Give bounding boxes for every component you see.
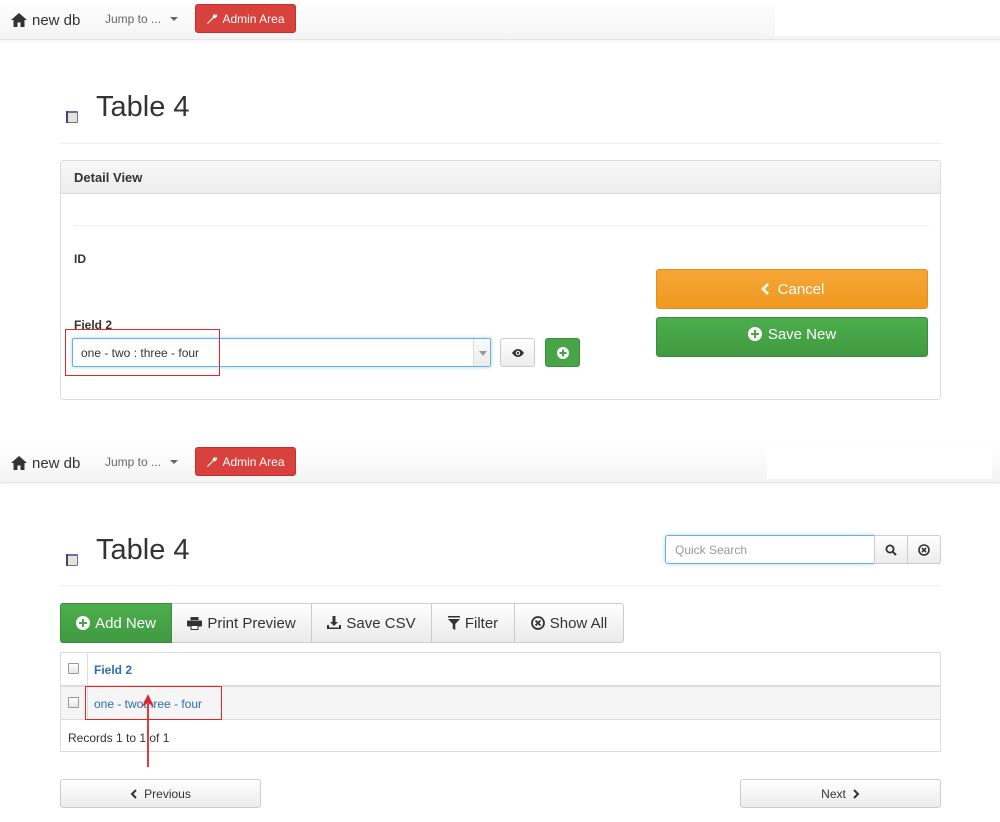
quick-search-input[interactable] bbox=[665, 535, 875, 564]
next-label: Next bbox=[821, 786, 846, 801]
jump-to-dropdown[interactable]: Jump to ... bbox=[105, 12, 179, 26]
id-label: ID bbox=[74, 252, 86, 266]
plus-circle-icon bbox=[76, 616, 91, 630]
jump-to-label: Jump to ... bbox=[105, 455, 162, 469]
page-title-text: Table 4 bbox=[96, 534, 190, 566]
brand-link[interactable]: new db bbox=[10, 11, 80, 29]
add-option-button[interactable] bbox=[545, 338, 580, 367]
jump-to-label: Jump to ... bbox=[105, 12, 162, 26]
caret-down-icon bbox=[170, 460, 179, 464]
navbar-top: new db Jump to ... Admin Area bbox=[0, 0, 1000, 40]
panel-divider bbox=[73, 225, 929, 226]
title-divider bbox=[60, 143, 941, 144]
admin-area-label: Admin Area bbox=[222, 454, 285, 469]
plus-circle-icon bbox=[747, 327, 762, 341]
admin-area-button[interactable]: Admin Area bbox=[195, 4, 296, 33]
field2-column-header[interactable]: Field 2 bbox=[94, 663, 132, 677]
page-title: Table 4 bbox=[64, 91, 190, 124]
previous-button[interactable]: Previous bbox=[60, 779, 261, 808]
add-new-label: Add New bbox=[95, 614, 156, 632]
jump-to-dropdown[interactable]: Jump to ... bbox=[105, 455, 179, 469]
panel-heading: Detail View bbox=[61, 161, 940, 194]
annotation-arrow-icon bbox=[142, 694, 154, 767]
chevron-left-icon bbox=[760, 283, 769, 295]
search-icon bbox=[885, 544, 897, 556]
filter-label: Filter bbox=[464, 614, 499, 632]
filter-button[interactable]: Filter bbox=[432, 603, 515, 643]
row-checkbox[interactable] bbox=[68, 697, 79, 708]
column-divider bbox=[87, 653, 88, 685]
save-new-button[interactable]: Save New bbox=[656, 317, 928, 357]
search-button[interactable] bbox=[874, 535, 908, 564]
next-button[interactable]: Next bbox=[740, 779, 941, 808]
previous-label: Previous bbox=[144, 786, 191, 801]
filter-icon bbox=[447, 616, 460, 630]
admin-area-label: Admin Area bbox=[222, 11, 285, 26]
view-record-button[interactable] bbox=[500, 338, 535, 367]
title-divider bbox=[60, 585, 941, 586]
home-icon bbox=[11, 456, 27, 470]
remove-circle-icon bbox=[530, 616, 545, 630]
eye-icon bbox=[511, 348, 524, 357]
show-all-button[interactable]: Show All bbox=[515, 603, 624, 643]
cancel-button[interactable]: Cancel bbox=[656, 269, 928, 309]
select-all-checkbox[interactable] bbox=[68, 663, 79, 674]
page-title: Table 4 bbox=[64, 534, 190, 567]
cancel-label: Cancel bbox=[777, 280, 825, 298]
brand-label: new db bbox=[32, 454, 81, 472]
print-preview-label: Print Preview bbox=[207, 614, 296, 632]
chevron-right-icon bbox=[853, 788, 860, 799]
navbar-fill bbox=[775, 0, 1000, 36]
clear-search-button[interactable] bbox=[907, 535, 941, 564]
admin-area-button[interactable]: Admin Area bbox=[195, 447, 296, 476]
caret-down-icon bbox=[170, 17, 179, 21]
add-new-button[interactable]: Add New bbox=[60, 603, 172, 643]
annotation-box-select bbox=[65, 329, 220, 376]
navbar-bottom: new db Jump to ... Admin Area bbox=[0, 443, 1000, 483]
show-all-label: Show All bbox=[549, 614, 608, 632]
home-icon bbox=[11, 13, 27, 27]
download-icon bbox=[327, 616, 342, 629]
chevron-left-icon bbox=[130, 788, 137, 799]
print-icon bbox=[187, 616, 203, 630]
save-csv-label: Save CSV bbox=[346, 614, 416, 632]
wrench-icon bbox=[207, 13, 218, 24]
select-arrow-icon[interactable] bbox=[473, 339, 490, 366]
wrench-icon bbox=[207, 456, 218, 467]
table-header-row: Field 2 bbox=[61, 653, 940, 687]
brand-link[interactable]: new db bbox=[10, 454, 80, 472]
plus-circle-icon bbox=[556, 346, 569, 359]
table-icon bbox=[64, 100, 80, 123]
brand-label: new db bbox=[32, 11, 81, 29]
navbar-fill bbox=[767, 443, 992, 479]
toolbar: Add New Print Preview Save CSV Filter Sh… bbox=[60, 603, 624, 643]
page-title-text: Table 4 bbox=[96, 91, 190, 123]
save-new-label: Save New bbox=[767, 325, 837, 343]
table-icon bbox=[64, 543, 80, 566]
remove-circle-icon bbox=[918, 543, 930, 556]
print-preview-button[interactable]: Print Preview bbox=[172, 603, 312, 643]
save-csv-button[interactable]: Save CSV bbox=[312, 603, 432, 643]
